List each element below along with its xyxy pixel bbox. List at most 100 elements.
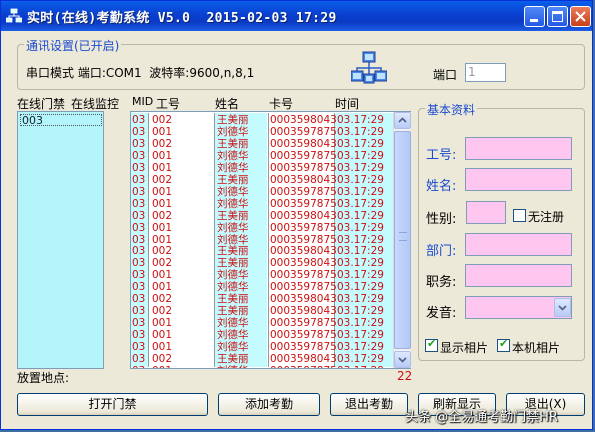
record-row[interactable]: 03 002 王美丽 0003598043 03.17:29: [132, 210, 395, 222]
record-row[interactable]: 03 001 刘德华 000359787503.17:29: [132, 269, 395, 281]
record-card: 0003597875: [270, 365, 337, 368]
show-photo-label: 显示相片: [440, 341, 489, 355]
name-field[interactable]: [465, 168, 572, 191]
record-mid: 03: [132, 293, 146, 306]
show-photo-checkbox[interactable]: ✔: [425, 337, 438, 352]
online-gate-header: 在线门禁: [17, 97, 66, 111]
record-row[interactable]: 03 002 王美丽 0003598043 03.17:29: [132, 293, 395, 305]
record-row[interactable]: 03 002 王美丽 0003598043 03.17:29: [132, 353, 395, 365]
record-row[interactable]: 03 001 刘德华 000359787503.17:29: [132, 234, 395, 246]
maximize-button[interactable]: [547, 6, 568, 27]
record-mid: 03: [132, 125, 146, 138]
record-time: 03.17:29: [337, 365, 387, 368]
voice-dropdown-button[interactable]: [554, 298, 571, 317]
position-field[interactable]: [465, 264, 572, 287]
record-row[interactable]: 03 001 刘德华 000359787503.17:29: [132, 222, 395, 234]
record-time: 03.17:29: [337, 329, 384, 342]
record-time: 03.17:29: [337, 233, 384, 246]
voice-select[interactable]: [465, 296, 572, 319]
record-row[interactable]: 03 001 刘德华 000359787503.17:29: [132, 198, 395, 210]
minimize-button[interactable]: [524, 6, 545, 27]
record-time: 03.17:29: [337, 161, 384, 174]
record-no: 001: [152, 233, 173, 246]
record-mid: 03: [132, 173, 146, 186]
window-title: 实时(在线)考勤系统 V5.0 2015-02-03 17:29: [27, 11, 337, 26]
record-no: 001: [152, 149, 173, 162]
gender-field[interactable]: [466, 201, 506, 224]
scroll-down-button[interactable]: [394, 351, 411, 368]
record-time: 03.17:29: [337, 197, 384, 210]
record-mid: 03: [132, 353, 146, 365]
network-computers-icon: [351, 51, 387, 84]
record-card: 0003598043: [270, 257, 337, 270]
local-photo-label: 本机相片: [512, 341, 561, 355]
record-row[interactable]: 03 001 刘德华 000359787503.17:29: [132, 150, 395, 162]
record-row[interactable]: 03 001 刘德华 000359787503.17:29: [132, 365, 395, 368]
record-name: 刘德华: [217, 149, 249, 162]
record-row[interactable]: 03 001 刘德华 000359787503.17:29: [132, 126, 395, 138]
gate-list[interactable]: 003: [17, 111, 104, 369]
record-name: 王美丽: [217, 137, 249, 150]
local-photo-checkbox[interactable]: ✔: [497, 337, 510, 352]
record-row[interactable]: 03 002 王美丽 0003598043 03.17:29: [132, 138, 395, 150]
record-mid: 03: [132, 161, 146, 174]
record-name: 王美丽: [217, 114, 249, 126]
record-row[interactable]: 03 002 王美丽 0003598043 03.17:29: [132, 114, 395, 126]
record-time: 03.17:29: [337, 353, 384, 365]
name-label: 姓名:: [426, 179, 457, 194]
gate-list-item[interactable]: 003: [20, 114, 102, 126]
record-card: 0003597875: [270, 149, 337, 162]
record-card: 0003597875: [270, 185, 337, 198]
id-field[interactable]: [465, 137, 572, 160]
record-row[interactable]: 03 002 王美丽 0003598043 03.17:29: [132, 245, 395, 257]
basic-info-title: 基本资料: [425, 101, 478, 118]
close-button[interactable]: [570, 6, 591, 27]
online-monitor-header: 在线监控: [71, 97, 120, 111]
record-no: 002: [152, 245, 173, 258]
record-time: 03.17:29: [337, 149, 384, 162]
chevron-up-icon: [398, 117, 407, 123]
title-bar[interactable]: 实时(在线)考勤系统 V5.0 2015-02-03 17:29: [1, 1, 592, 31]
record-row[interactable]: 03 002 王美丽 0003598043 03.17:29: [132, 305, 395, 317]
record-row[interactable]: 03 001 刘德华 000359787503.17:29: [132, 186, 395, 198]
exit-attendance-button[interactable]: 退出考勤: [330, 393, 408, 416]
record-time: 03.17:29: [337, 281, 384, 294]
record-card: 0003598043: [270, 114, 337, 126]
check-mark-icon: ✔: [427, 337, 437, 350]
record-row[interactable]: 03 001 刘德华 000359787503.17:29: [132, 317, 395, 329]
record-row[interactable]: 03 002 王美丽 0003598043 03.17:29: [132, 257, 395, 269]
record-card: 0003598043: [270, 305, 337, 318]
record-row[interactable]: 03 002 王美丽 0003598043 03.17:29: [132, 174, 395, 186]
record-row[interactable]: 03 001 刘德华 000359787503.17:29: [132, 341, 395, 353]
scroll-grip: [399, 232, 407, 241]
record-time: 03.17:29: [337, 317, 384, 330]
records-list[interactable]: 03 002 王美丽 0003598043 03.17:29 03 001 刘德华 000359…: [130, 111, 411, 369]
record-name: 刘德华: [217, 221, 249, 234]
record-name: 刘德华: [217, 125, 249, 138]
open-gate-button[interactable]: 打开门禁: [17, 393, 208, 416]
record-time: 03.17:29: [337, 269, 384, 282]
col-mid-header: MID: [132, 95, 154, 108]
add-attendance-button[interactable]: 添加考勤: [218, 393, 320, 416]
port-input[interactable]: 1: [465, 63, 506, 82]
dept-field[interactable]: [465, 233, 572, 256]
record-mid: 03: [132, 197, 146, 210]
records-scrollbar[interactable]: [393, 112, 411, 368]
unregistered-checkbox[interactable]: [513, 209, 526, 222]
record-mid: 03: [132, 245, 146, 258]
record-no: 001: [152, 269, 173, 282]
record-name: 刘德华: [217, 161, 249, 174]
record-row[interactable]: 03 001 刘德华 000359787503.17:29: [132, 281, 395, 293]
record-no: 001: [152, 317, 173, 330]
record-card: 0003597875: [270, 125, 337, 138]
record-no: 001: [152, 125, 173, 138]
record-name: 刘德华: [217, 197, 249, 210]
scroll-thumb[interactable]: [394, 131, 411, 349]
record-card: 0003597875: [270, 221, 337, 234]
record-row[interactable]: 03 001 刘德华 000359787503.17:29: [132, 329, 395, 341]
gender-label: 性别:: [426, 212, 457, 227]
record-name: 王美丽: [217, 293, 249, 306]
record-no: 001: [152, 197, 173, 210]
record-row[interactable]: 03 001 刘德华 000359787503.17:29: [132, 162, 395, 174]
scroll-up-button[interactable]: [394, 112, 411, 129]
